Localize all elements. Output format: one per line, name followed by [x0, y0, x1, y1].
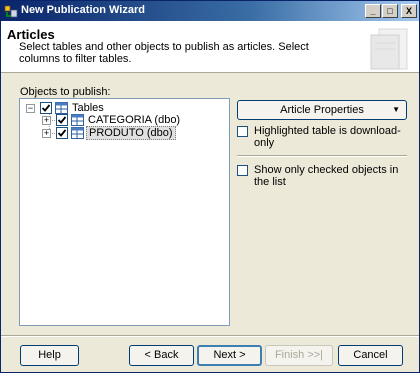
back-button[interactable]: < Back [129, 345, 194, 366]
wizard-app-icon [4, 5, 18, 18]
page-description: Select tables and other objects to publi… [19, 41, 309, 65]
produto-checkbox[interactable] [56, 127, 68, 139]
objects-tree[interactable]: − Tables + CATEGORIA (dbo) + PRODUTO (db… [19, 98, 230, 326]
tree-item-label: CATEGORIA (dbo) [88, 114, 181, 126]
table-icon [71, 127, 84, 139]
expand-toggle[interactable]: + [42, 129, 51, 138]
minimize-button[interactable]: _ [365, 4, 381, 18]
article-properties-button[interactable]: Article Properties ▼ [237, 100, 407, 120]
title-bar[interactable]: New Publication Wizard _ □ X [1, 1, 419, 21]
expand-toggle[interactable]: + [42, 116, 51, 125]
footer-separator [1, 335, 419, 337]
show-checked-label: Show only checked objects in the list [254, 164, 399, 188]
categoria-checkbox[interactable] [56, 114, 68, 126]
window-title: New Publication Wizard [21, 4, 145, 16]
objects-to-publish-label: Objects to publish: [20, 86, 111, 98]
checkmark-icon [57, 116, 67, 124]
tables-checkbox[interactable] [40, 102, 52, 114]
next-button[interactable]: Next > [197, 345, 262, 366]
download-only-checkbox[interactable] [237, 126, 248, 137]
tree-item-label-selected: PRODUTO (dbo) [86, 126, 176, 140]
maximize-button[interactable]: □ [382, 4, 398, 18]
help-button[interactable]: Help [20, 345, 79, 366]
table-icon [71, 114, 84, 126]
page-title: Articles [7, 27, 55, 42]
wizard-header: Articles Select tables and other objects… [1, 21, 419, 73]
close-button[interactable]: X [401, 4, 417, 18]
download-only-option[interactable]: Highlighted table is download-only [237, 125, 407, 149]
server-banner-icon [370, 28, 408, 70]
table-icon [55, 102, 68, 114]
separator-line [237, 155, 407, 157]
dropdown-arrow-icon: ▼ [392, 105, 400, 114]
show-checked-option[interactable]: Show only checked objects in the list [237, 164, 407, 191]
finish-button[interactable]: Finish >>| [265, 345, 333, 366]
download-only-label: Highlighted table is download-only [254, 125, 401, 149]
show-checked-checkbox[interactable] [237, 165, 248, 176]
collapse-toggle[interactable]: − [26, 104, 35, 113]
cancel-button[interactable]: Cancel [338, 345, 403, 366]
article-properties-label: Article Properties [280, 104, 364, 116]
checkmark-icon [41, 104, 51, 112]
wizard-window: New Publication Wizard _ □ X Articles Se… [0, 0, 420, 373]
checkmark-icon [57, 129, 67, 137]
